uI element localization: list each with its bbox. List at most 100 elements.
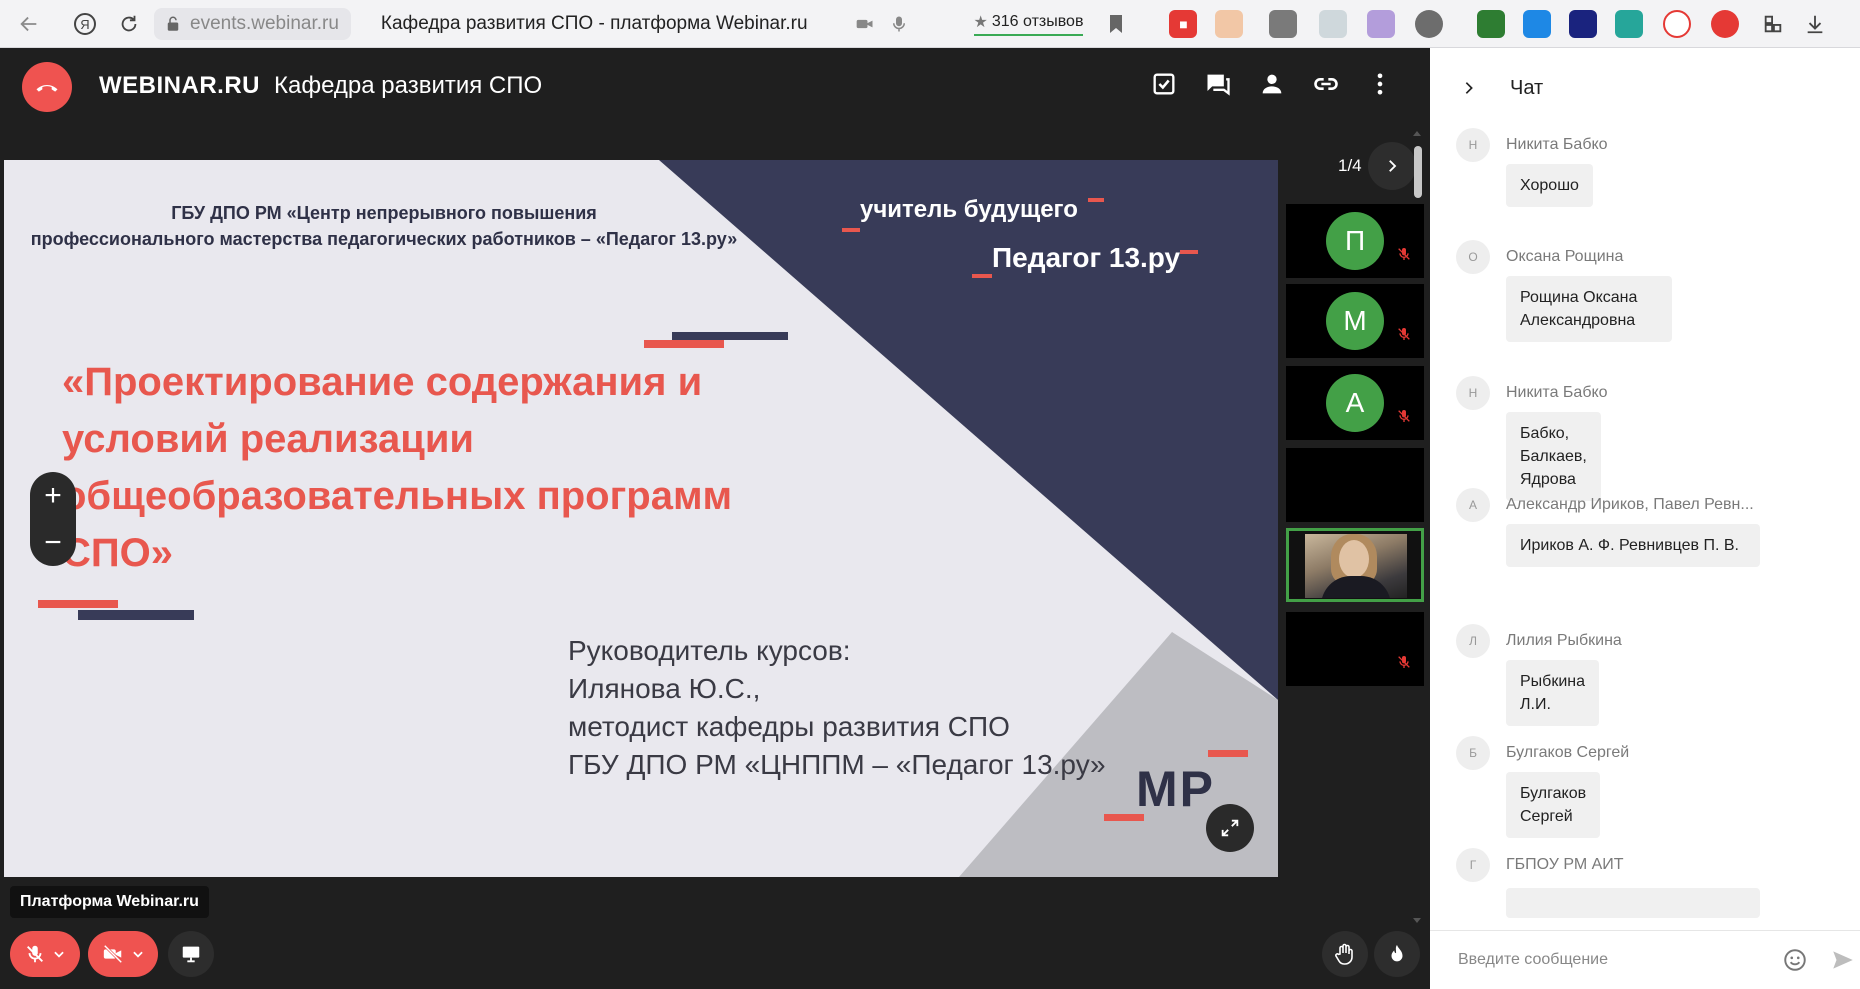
extension-gift-icon[interactable]: ■: [1169, 9, 1198, 38]
message-author: Булгаков Сергей: [1506, 744, 1630, 761]
chevron-down-icon: [133, 951, 143, 958]
slide-author: Руководитель курсов: Илянова Ю.С., метод…: [568, 635, 1106, 780]
person-icon: [1262, 74, 1282, 94]
extension-gallery-icon[interactable]: [1319, 9, 1348, 38]
avatar: А: [1326, 374, 1384, 432]
extension-security-icon[interactable]: [1569, 9, 1598, 38]
chevron-right-icon: [1465, 82, 1473, 94]
screen-share-button[interactable]: [168, 931, 214, 977]
camera-icon[interactable]: [848, 7, 882, 41]
avatar: Г: [1456, 848, 1490, 882]
tasks-button[interactable]: [1148, 68, 1180, 100]
phone-hangup-icon: [36, 84, 58, 92]
avatar: Н: [1456, 376, 1490, 410]
send-button[interactable]: [1830, 947, 1856, 973]
star-icon: ★: [973, 13, 988, 31]
chat-message-list[interactable]: Н Никита Бабко Хорошо О Оксана Рощина Ро…: [1430, 128, 1842, 928]
chat-scroll-thumb[interactable]: [1414, 146, 1422, 198]
participant-tile[interactable]: П: [1286, 204, 1424, 278]
participant-tile[interactable]: М: [1286, 284, 1424, 358]
more-menu-button[interactable]: [1364, 68, 1396, 100]
extension-translate-icon[interactable]: [1523, 9, 1552, 38]
lock-icon[interactable]: [162, 13, 184, 35]
avatar: М: [1326, 292, 1384, 350]
participant-tile-speaking[interactable]: [1286, 528, 1424, 602]
extension-character-icon[interactable]: [1215, 9, 1244, 38]
message-author: Оксана Рощина: [1506, 248, 1624, 265]
message-bubble: Хорошо: [1506, 164, 1593, 207]
presentation-slide: ГБУ ДПО РМ «Центр непрерывного повышения…: [4, 160, 1278, 877]
message-author: Никита Бабко: [1506, 384, 1608, 401]
extension-lightning-icon[interactable]: [1711, 9, 1740, 38]
camera-toggle-button[interactable]: [88, 931, 158, 977]
message-bubble: Рощина Оксана Александровна: [1506, 276, 1672, 342]
avatar: О: [1456, 240, 1490, 274]
avatar: Б: [1456, 736, 1490, 770]
accent-bar: [78, 610, 194, 620]
extension-block-icon[interactable]: [1615, 9, 1644, 38]
smile-icon: [1784, 949, 1806, 971]
zoom-out-button[interactable]: −: [30, 519, 76, 566]
hangup-button[interactable]: [22, 62, 72, 112]
chat-toggle-button[interactable]: [1202, 68, 1234, 100]
send-icon: [1833, 951, 1853, 969]
chat-icon: [1207, 74, 1230, 96]
participant-tile[interactable]: [1286, 448, 1424, 522]
share-link-button[interactable]: [1310, 68, 1342, 100]
extension-tray-icon[interactable]: [1269, 9, 1298, 38]
extension-bulb-icon[interactable]: [1415, 9, 1444, 38]
extension-adblock-icon[interactable]: [1663, 9, 1692, 38]
bookmark-icon[interactable]: [1099, 7, 1133, 41]
extension-pen-icon[interactable]: [1367, 9, 1396, 38]
page-title: Кафедра развития СПО - платформа Webinar…: [380, 12, 808, 34]
zoom-control: + −: [30, 472, 76, 566]
accent-bar: [1088, 198, 1104, 202]
camera-off-icon: [103, 944, 123, 964]
fullscreen-button[interactable]: [1206, 804, 1254, 852]
slide-title: «Проектирование содержания и условий реа…: [62, 360, 733, 575]
reload-icon[interactable]: [112, 7, 146, 41]
microphone-icon[interactable]: [882, 7, 916, 41]
chat-composer: [1430, 930, 1860, 989]
collapse-chat-button[interactable]: [1454, 73, 1484, 103]
url-text[interactable]: events.webinar.ru: [190, 13, 339, 35]
avatar: П: [1326, 212, 1384, 270]
download-icon[interactable]: [1801, 10, 1829, 38]
chat-panel: Чат Н Никита Бабко Хорошо О Оксана Рощин…: [1430, 48, 1860, 989]
next-page-button[interactable]: [1368, 142, 1416, 190]
message-author: ГБПОУ РМ АИТ: [1506, 856, 1624, 873]
svg-text:Я: Я: [80, 17, 89, 32]
participant-tile[interactable]: [1286, 612, 1424, 686]
yandex-icon[interactable]: Я: [68, 7, 102, 41]
more-vertical-icon: [1377, 73, 1383, 95]
message-author: Александр Ириков, Павел Ревн...: [1506, 496, 1754, 513]
message-bubble: Булгаков Сергей: [1506, 772, 1601, 838]
chevron-down-icon: [54, 951, 64, 958]
message-author: Лилия Рыбкина: [1506, 632, 1622, 649]
link-icon: [1314, 78, 1338, 90]
page-counter: 1/4: [1338, 156, 1362, 175]
zoom-in-button[interactable]: +: [30, 472, 76, 519]
avatar: А: [1456, 488, 1490, 522]
avatar: Л: [1456, 624, 1490, 658]
scroll-arrows: [1413, 131, 1421, 923]
chat-title: Чат: [1510, 76, 1544, 99]
reaction-button[interactable]: [1374, 931, 1420, 977]
raise-hand-button[interactable]: [1322, 931, 1368, 977]
chat-scrollbar[interactable]: [1410, 128, 1424, 928]
back-icon[interactable]: [12, 7, 46, 41]
avatar: Н: [1456, 128, 1490, 162]
reviews-count: 316 отзывов: [991, 12, 1084, 30]
emoji-button[interactable]: [1782, 947, 1808, 973]
accent-bar: [1180, 250, 1198, 254]
microphone-toggle-button[interactable]: [10, 931, 80, 977]
chat-message-input[interactable]: [1458, 951, 1748, 969]
address-bar[interactable]: events.webinar.ru: [154, 7, 351, 40]
extension-shield-icon[interactable]: [1477, 9, 1506, 38]
slide-tagline: учитель будущего: [860, 196, 1078, 223]
reviews-badge[interactable]: ★ 316 отзывов: [973, 12, 1084, 36]
participant-tile[interactable]: А: [1286, 366, 1424, 440]
accent-bar: [1104, 814, 1144, 821]
participants-button[interactable]: [1256, 68, 1288, 100]
extensions-icon[interactable]: [1759, 10, 1787, 38]
